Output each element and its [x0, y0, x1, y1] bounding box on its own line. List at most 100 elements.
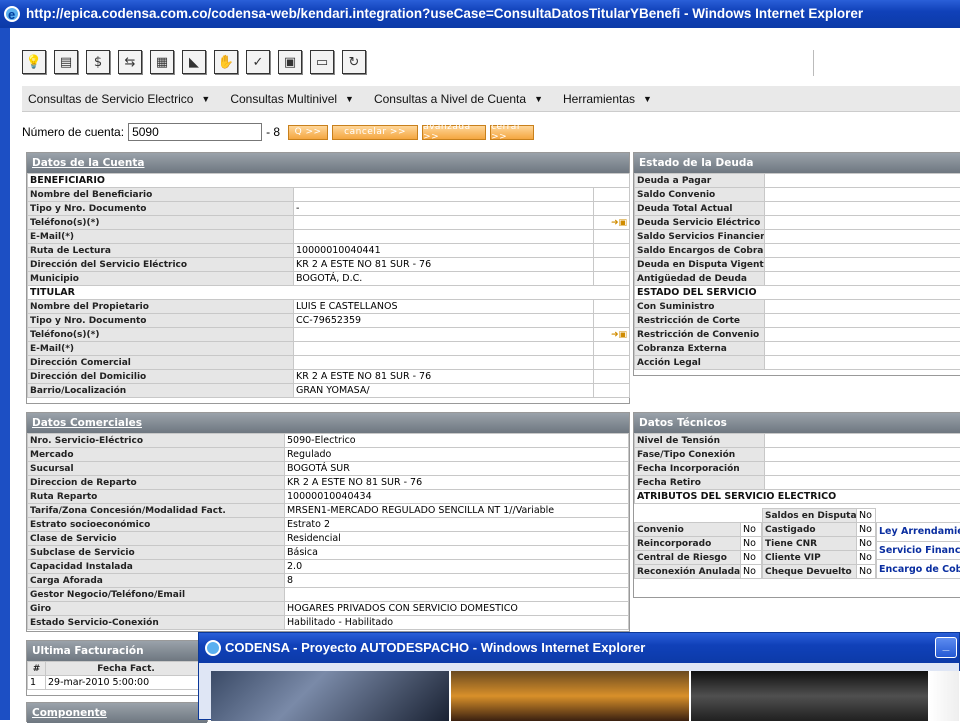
- menu-consultas-nivel-cuenta[interactable]: Consultas a Nivel de Cuenta▼: [374, 92, 543, 106]
- table-row: Dirección del DomicilioKR 2 A ESTE NO 81…: [28, 370, 630, 384]
- field-label: Deuda Servicio Eléctrico: [635, 216, 765, 230]
- transfer-icon[interactable]: ⇆: [118, 50, 142, 74]
- lightbulb-icon[interactable]: 💡: [22, 50, 46, 74]
- edit-contact-icon[interactable]: ➜▣: [594, 328, 630, 342]
- field-label: Carga Aforada: [28, 574, 285, 588]
- save-disk-icon[interactable]: ▭: [310, 50, 334, 74]
- field-value: 2.0: [285, 560, 629, 574]
- handshake-icon[interactable]: ✋: [214, 50, 238, 74]
- browser-title-bar: http://epica.codensa.com.co/codensa-web/…: [0, 0, 960, 28]
- invoice-number: 1: [28, 676, 46, 690]
- field-label: Dirección del Domicilio: [28, 370, 294, 384]
- datos-comerciales-panel: Datos Comerciales Nro. Servicio-Eléctric…: [26, 412, 630, 632]
- field-value: GRAN YOMASA/: [294, 384, 594, 398]
- app-toolbar: 💡 ▤ $ ⇆ ▦ ◣ ✋ ✓ ▣ ▭ ↻: [22, 50, 366, 82]
- field-value: [765, 314, 960, 328]
- atributos-left-table: ConvenioNoReincorporadoNoCentral de Ries…: [634, 522, 762, 579]
- field-value: [765, 448, 960, 462]
- table-row: Teléfono(s)(*) ➜▣: [28, 328, 630, 342]
- field-label: Ruta de Lectura: [28, 244, 294, 258]
- field-value: [765, 342, 960, 356]
- field-value: 10000010040441: [294, 244, 594, 258]
- attr-label: Reincorporado: [635, 537, 741, 551]
- check-digit: - 8: [266, 125, 280, 139]
- table-row: Deuda en Disputa Vigente: [635, 258, 960, 272]
- attr-link[interactable]: Encargo de Cobr: [877, 560, 960, 579]
- account-number-input[interactable]: [128, 123, 262, 141]
- chart-icon[interactable]: ◣: [182, 50, 206, 74]
- field-label: Antigüedad de Deuda: [635, 272, 765, 286]
- table-row: Tipo y Nro. DocumentoCC-79652359: [28, 314, 630, 328]
- section-estado-servicio: ESTADO DEL SERVICIO: [635, 286, 960, 300]
- field-value: MRSEN1-MERCADO REGULADO SENCILLA NT 1//V…: [285, 504, 629, 518]
- table-row: Fecha Retiro: [635, 476, 960, 490]
- field-value: [765, 356, 960, 370]
- field-value: BOGOTÁ SUR: [285, 462, 629, 476]
- table-row: Encargo de Cobr: [877, 560, 960, 579]
- field-label: Clase de Servicio: [28, 532, 285, 546]
- menu-consultas-multinivel[interactable]: Consultas Multinivel▼: [230, 92, 354, 106]
- attr-link[interactable]: Servicio Financie: [877, 541, 960, 560]
- field-value: HOGARES PRIVADOS CON SERVICIO DOMESTICO: [285, 602, 629, 616]
- field-label: Teléfono(s)(*): [28, 216, 294, 230]
- table-row: Tipo y Nro. Documento-: [28, 202, 630, 216]
- field-label: Tipo y Nro. Documento: [28, 314, 294, 328]
- field-value: KR 2 A ESTE NO 81 SUR - 76: [285, 476, 629, 490]
- field-label: Deuda en Disputa Vigente: [635, 258, 765, 272]
- dropdown-arrow-icon: ▼: [534, 94, 543, 104]
- datos-tecnicos-table: Nivel de TensiónFase/Tipo ConexiónFecha …: [634, 433, 960, 504]
- attr-link[interactable]: Ley Arrendamie: [877, 523, 960, 542]
- advanced-button[interactable]: avanzada >>: [422, 125, 486, 140]
- attr-value: No: [857, 565, 876, 579]
- field-value: [765, 174, 960, 188]
- field-value: Estrato 2: [285, 518, 629, 532]
- field-value: [294, 356, 594, 370]
- close-button[interactable]: cerrar >>: [490, 125, 534, 140]
- table-row: Ruta Reparto10000010040434: [28, 490, 629, 504]
- field-value: [294, 328, 594, 342]
- table-row: Direccion de RepartoKR 2 A ESTE NO 81 SU…: [28, 476, 629, 490]
- table-row[interactable]: 1 29-mar-2010 5:00:00: [28, 676, 207, 690]
- field-value: [765, 202, 960, 216]
- refresh-icon[interactable]: ↻: [342, 50, 366, 74]
- search-button[interactable]: Q >>: [288, 125, 328, 140]
- money-bag-icon[interactable]: $: [86, 50, 110, 74]
- popup-title-bar[interactable]: CODENSA - Proyecto AUTODESPACHO - Window…: [199, 633, 959, 663]
- popup-window[interactable]: CODENSA - Proyecto AUTODESPACHO - Window…: [198, 632, 960, 720]
- field-value: Básica: [285, 546, 629, 560]
- field-value: Regulado: [285, 448, 629, 462]
- attr-value: No: [857, 523, 876, 537]
- table-row: Barrio/LocalizaciónGRAN YOMASA/: [28, 384, 630, 398]
- field-label: Nombre del Propietario: [28, 300, 294, 314]
- menu-consultas-servicio-electrico[interactable]: Consultas de Servicio Electrico▼: [28, 92, 210, 106]
- calculator-icon[interactable]: ▣: [278, 50, 302, 74]
- dropdown-arrow-icon: ▼: [345, 94, 354, 104]
- table-row: Nro. Servicio-Eléctrico5090-Electrico: [28, 434, 629, 448]
- table-row: Restricción de Convenio: [635, 328, 960, 342]
- field-value: 5090-Electrico: [285, 434, 629, 448]
- table-row: Saldos en DisputaNo: [763, 509, 876, 523]
- panel-title: Estado de la Deuda: [634, 153, 960, 173]
- field-label: Barrio/Localización: [28, 384, 294, 398]
- field-value: 8: [285, 574, 629, 588]
- edit-contact-icon[interactable]: ➜▣: [594, 216, 630, 230]
- cancel-button[interactable]: cancelar >>: [332, 125, 418, 140]
- section-titular: TITULAR: [28, 286, 630, 300]
- field-label: Teléfono(s)(*): [28, 328, 294, 342]
- table-row: Deuda Total Actual: [635, 202, 960, 216]
- report-icon[interactable]: ▤: [54, 50, 78, 74]
- field-label: Direccion de Reparto: [28, 476, 285, 490]
- field-label: Dirección del Servicio Eléctrico: [28, 258, 294, 272]
- approve-icon[interactable]: ✓: [246, 50, 270, 74]
- field-label: Saldo Encargos de Cobranza: [635, 244, 765, 258]
- map-icon[interactable]: ▦: [150, 50, 174, 74]
- field-value: Habilitado - Habilitado: [285, 616, 629, 630]
- menu-herramientas[interactable]: Herramientas▼: [563, 92, 652, 106]
- field-value: 10000010040434: [285, 490, 629, 504]
- field-value: LUIS E CASTELLANOS: [294, 300, 594, 314]
- field-value: [294, 230, 594, 244]
- ie-logo-icon: [4, 6, 20, 22]
- minimize-button[interactable]: _: [935, 637, 957, 658]
- field-label: Tarifa/Zona Concesión/Modalidad Fact.: [28, 504, 285, 518]
- table-row: Con Suministro: [635, 300, 960, 314]
